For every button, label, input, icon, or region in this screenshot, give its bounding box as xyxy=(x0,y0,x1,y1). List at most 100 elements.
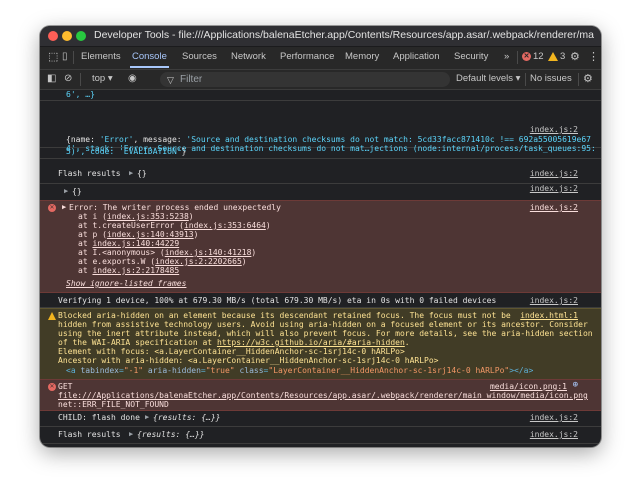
more-options-icon[interactable]: ⋮ xyxy=(588,50,599,64)
source-link[interactable]: media/icon.png:1 xyxy=(490,382,567,391)
source-link[interactable]: index.js:2 xyxy=(530,296,578,305)
stack-frame-link[interactable]: index.js:2:2202665 xyxy=(155,257,242,266)
tab-sources[interactable]: Sources xyxy=(182,47,217,68)
filter-input[interactable]: ▽ Filter xyxy=(160,72,450,87)
error-count-icon[interactable]: ✕ xyxy=(522,52,531,61)
title-bar: Developer Tools - file:///Applications/b… xyxy=(40,26,601,47)
source-link[interactable]: index.js:2 xyxy=(530,203,578,212)
request-method: GET xyxy=(58,382,73,391)
gear-icon[interactable]: ⚙ xyxy=(570,50,580,64)
tab-memory[interactable]: Memory xyxy=(345,47,379,68)
stack-frame-link[interactable]: index.js:353:6464 xyxy=(184,221,266,230)
stack-frame-link[interactable]: index.js:140:44229 xyxy=(92,239,179,248)
object-value: 5)', code: xyxy=(66,147,119,156)
device-toolbar-icon[interactable]: ▯ xyxy=(62,50,68,64)
tab-security[interactable]: Security xyxy=(454,47,488,68)
object-preview[interactable]: {results: {…}} xyxy=(137,430,204,439)
issues-button[interactable]: No issues xyxy=(530,72,572,86)
node-attr-value: "true" xyxy=(205,366,235,375)
source-link[interactable]: index.js:2 xyxy=(530,169,578,178)
stack-frame-link[interactable]: index.js:140:41218 xyxy=(165,248,252,257)
stack-frame-text: ) xyxy=(241,257,247,266)
expand-triangle-icon[interactable]: ▶ xyxy=(62,203,66,212)
stack-frame-text: at xyxy=(78,266,93,275)
console-prompt[interactable]: › xyxy=(48,444,55,447)
console-message: ▶ {} index.js:2 xyxy=(40,184,601,201)
expand-triangle-icon[interactable]: ▶ xyxy=(145,413,149,422)
clear-console-icon[interactable]: ⊘ xyxy=(64,72,72,86)
zoom-window-button[interactable] xyxy=(76,31,86,41)
node-attr-name: tabindex xyxy=(80,366,119,375)
console-toolbar: ◧ ⊘ top ▾ ◉ ▽ Filter Default levels ▾ No… xyxy=(40,70,601,90)
node-attr-value: "LayerContainer__HiddenAnchor-sc-1srj14c… xyxy=(268,366,510,375)
minimize-window-button[interactable] xyxy=(62,31,72,41)
object-preview[interactable]: {} xyxy=(72,187,82,196)
warning-text: hidden from assistive technology users. … xyxy=(58,320,588,329)
object-key: results xyxy=(141,430,176,439)
node-attr-name: class xyxy=(239,366,264,375)
source-link[interactable]: index.js:2 xyxy=(530,413,578,422)
message-text: 5)', code: 'EVALIDATION'} xyxy=(66,147,186,156)
tab-elements[interactable]: Elements xyxy=(81,47,121,68)
stack-frame-link[interactable]: index.js:353:5238 xyxy=(107,212,189,221)
context-selector[interactable]: top ▾ xyxy=(92,72,113,86)
reveal-network-icon[interactable]: ⊕ xyxy=(573,381,578,390)
object-key: results xyxy=(157,413,192,422)
console-message-cont: 5)', code: 'EVALIDATION'} xyxy=(40,147,601,159)
stack-frame-link[interactable]: index.js:140:43913 xyxy=(107,230,194,239)
object-preview[interactable]: {results: {…}} xyxy=(153,413,220,422)
tab-network[interactable]: Network xyxy=(231,47,266,68)
error-message: ✕ ▶ Error: The writer process ended unex… xyxy=(40,200,601,293)
tab-performance[interactable]: Performance xyxy=(280,47,334,68)
console-message: index.js:2 {name: 'Error', message: 'Sou… xyxy=(40,101,601,153)
tab-console[interactable]: Console xyxy=(130,47,169,68)
close-window-button[interactable] xyxy=(48,31,58,41)
stack-frame-text: ) xyxy=(251,248,257,257)
tab-application[interactable]: Application xyxy=(393,47,439,68)
source-link[interactable]: index.js:2 xyxy=(530,184,578,193)
stack-frame-text: at p ( xyxy=(78,230,107,239)
error-count[interactable]: 12 xyxy=(533,47,544,68)
more-tabs-button[interactable]: » xyxy=(504,47,509,68)
stack-frame: at e.exports.W (index.js:2:2202665) xyxy=(78,257,247,266)
stack-frame-text: at e.exports.W ( xyxy=(78,257,156,266)
message-text: 6', …} xyxy=(66,90,95,99)
expand-triangle-icon[interactable]: ▶ xyxy=(129,169,133,178)
warning-count-icon[interactable] xyxy=(548,52,558,61)
request-url-link[interactable]: file:///Applications/balenaEtcher.app/Co… xyxy=(58,391,588,400)
live-expression-eye-icon[interactable]: ◉ xyxy=(128,72,137,86)
inspect-element-icon[interactable]: ⬚ xyxy=(48,50,58,64)
devtools-window: Developer Tools - file:///Applications/b… xyxy=(40,26,601,447)
dom-node-preview[interactable]: <a tabindex="-1" aria-hidden="true" clas… xyxy=(66,366,533,375)
expand-triangle-icon[interactable]: ▶ xyxy=(129,430,133,439)
node-tag: <a xyxy=(66,366,81,375)
panel-tabs-bar: ⬚ ▯ Elements Console Sources Network Per… xyxy=(40,47,601,70)
source-link[interactable]: index.html:1 xyxy=(520,311,578,320)
object-value: 'Source and destination checksums do not… xyxy=(186,135,591,144)
warning-message: index.html:1 Blocked aria-hidden on an e… xyxy=(40,308,601,380)
stack-frame-link[interactable]: index.js:2:2178485 xyxy=(92,266,179,275)
stack-frame-text: at I.<anonymous> ( xyxy=(78,248,165,257)
console-message: CHILD: flash done ▶ {results: {…}} index… xyxy=(40,410,601,427)
warning-text: using the inert attribute instead, which… xyxy=(58,329,593,338)
filter-icon: ▽ xyxy=(167,75,174,85)
stack-frame: at I.<anonymous> (index.js:140:41218) xyxy=(78,248,256,257)
message-label: Flash results xyxy=(58,430,121,439)
message-text: {name: 'Error', message: 'Source and des… xyxy=(66,135,591,144)
source-link[interactable]: index.js:2 xyxy=(530,430,578,439)
warning-icon xyxy=(48,312,56,320)
show-ignore-listed-frames[interactable]: Show ignore-listed frames xyxy=(66,279,186,288)
console-settings-icon[interactable]: ⚙ xyxy=(583,72,593,86)
spec-link[interactable]: https://w3c.github.io/aria/#aria-hidden xyxy=(217,338,405,347)
message-text: Verifying 1 device, 100% at 679.30 MB/s … xyxy=(58,296,497,305)
sidebar-toggle-icon[interactable]: ◧ xyxy=(47,72,56,86)
expand-triangle-icon[interactable]: ▶ xyxy=(64,187,68,196)
stack-frame: at p (index.js:140:43913) xyxy=(78,230,198,239)
console-message: 6', …} xyxy=(40,90,601,101)
warning-text-part: . xyxy=(404,338,410,347)
log-levels-dropdown[interactable]: Default levels ▾ xyxy=(456,72,520,86)
console-message: Verifying 1 device, 100% at 679.30 MB/s … xyxy=(40,292,601,308)
object-preview[interactable]: {} xyxy=(137,169,147,178)
source-link[interactable]: index.js:2 xyxy=(530,125,578,134)
warning-count[interactable]: 3 xyxy=(560,47,565,68)
